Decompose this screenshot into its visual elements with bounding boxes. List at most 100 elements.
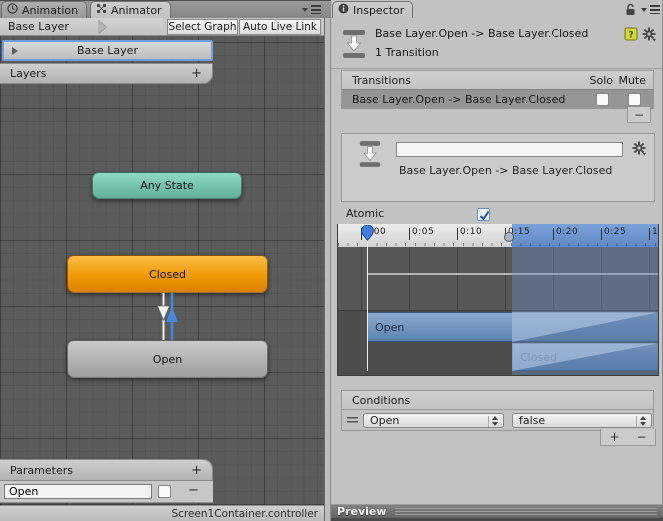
clock-icon xyxy=(7,3,18,17)
transition-detail-box: Base Layer.Open -> Base Layer.Closed xyxy=(341,133,655,202)
transition-timeline[interactable]: Open Closed 0:00 0:05 0:10 0:15 0:20 0:2… xyxy=(337,224,659,376)
atomic-checkbox[interactable] xyxy=(477,208,490,221)
remove-transition-button[interactable]: − xyxy=(627,107,651,123)
parameters-header[interactable]: Parameters + xyxy=(0,459,213,481)
tick-label: 1 xyxy=(652,227,659,237)
playhead-line xyxy=(367,234,368,371)
unity-editor-window: Animation Animator Base Layer Select Gra… xyxy=(0,0,663,521)
timeline-body[interactable]: Open Closed xyxy=(338,247,658,375)
foldout-triangle-icon[interactable] xyxy=(12,47,18,55)
divider-line xyxy=(331,68,663,69)
transition-icon xyxy=(341,29,367,62)
parameters-header-label: Parameters xyxy=(10,463,73,477)
controller-asset-name: Screen1Container.controller xyxy=(171,507,318,520)
breadcrumb-chevron-icon xyxy=(98,20,106,34)
remove-parameter-button[interactable]: − xyxy=(188,483,199,498)
tick-label: 0:05 xyxy=(412,227,435,237)
conditions-header-label: Conditions xyxy=(352,393,411,407)
transition-row-label: Base Layer.Open -> Base Layer.Closed xyxy=(352,92,566,106)
ruler-tick xyxy=(649,228,650,240)
select-graph-button[interactable]: Select Graph xyxy=(167,19,238,35)
animator-toolbar: Base Layer Select Graph Auto Live Link xyxy=(0,18,324,36)
mute-column-label: Mute xyxy=(618,73,646,87)
tab-label: Animator xyxy=(111,3,162,17)
add-condition-button[interactable]: + xyxy=(609,430,619,444)
solo-column-label: Solo xyxy=(589,73,614,87)
transition-duration-line xyxy=(367,273,658,275)
clip-label: Closed xyxy=(520,350,557,364)
transitions-header-label: Transitions xyxy=(352,73,411,87)
panel-divider[interactable] xyxy=(324,18,331,521)
gear-icon[interactable] xyxy=(642,27,657,45)
ruler-tick xyxy=(457,228,458,240)
layer-row-base-layer[interactable]: Base Layer xyxy=(2,40,213,61)
graph-canvas[interactable]: Base Layer Layers + Any State Closed Ope… xyxy=(0,36,324,505)
transition-arrows[interactable] xyxy=(148,293,196,340)
inspector-panel-menu-icon[interactable] xyxy=(641,5,660,14)
layers-header[interactable]: Layers + xyxy=(0,63,213,84)
animator-panel: Animation Animator Base Layer Select Gra… xyxy=(0,0,324,521)
node-open[interactable]: Open xyxy=(67,340,268,378)
clip-closed[interactable]: Closed xyxy=(512,343,658,371)
condition-parameter-dropdown[interactable]: Open xyxy=(363,413,504,428)
dropdown-arrows-icon xyxy=(491,416,499,426)
checkmark-icon xyxy=(479,210,490,221)
mute-checkbox[interactable] xyxy=(628,93,641,106)
parameter-row: − xyxy=(0,481,213,503)
info-icon xyxy=(338,3,349,17)
transitions-list: Transitions Solo Mute Base Layer.Open ->… xyxy=(341,70,654,109)
dropdown-arrows-icon xyxy=(639,416,647,426)
conditions-box: Conditions Open false xyxy=(341,390,654,431)
tick-label: 0:10 xyxy=(460,227,483,237)
clip-open[interactable]: Open xyxy=(367,312,658,342)
help-icon[interactable]: ? xyxy=(624,27,638,44)
animator-panel-menu-icon[interactable] xyxy=(302,5,321,14)
inspector-panel: Inspector Base Layer.Open -> Base Layer.… xyxy=(331,0,663,521)
conditions-header: Conditions xyxy=(342,391,653,409)
auto-live-link-button[interactable]: Auto Live Link xyxy=(239,19,321,35)
transition-detail-label: Base Layer.Open -> Base Layer.Closed xyxy=(399,164,613,177)
parameter-bool-checkbox[interactable] xyxy=(158,485,171,498)
tab-animator[interactable]: Animator xyxy=(90,1,171,18)
node-closed[interactable]: Closed xyxy=(67,255,268,293)
tab-inspector[interactable]: Inspector xyxy=(332,1,414,18)
breadcrumb-base-layer[interactable]: Base Layer xyxy=(0,18,163,35)
add-layer-button[interactable]: + xyxy=(191,67,202,80)
layers-header-label: Layers xyxy=(10,67,47,80)
tick-label: 0:20 xyxy=(556,227,579,237)
layer-row-label: Base Layer xyxy=(77,44,138,57)
transition-start-handle[interactable] xyxy=(504,232,514,242)
status-bar: Screen1Container.controller xyxy=(0,505,324,521)
tab-label: Animation xyxy=(22,3,79,17)
lock-icon[interactable] xyxy=(625,3,636,19)
transition-title: Base Layer.Open -> Base Layer.Closed xyxy=(375,27,589,40)
condition-value: false xyxy=(519,414,546,427)
ruler-tick xyxy=(409,228,410,240)
tab-label: Inspector xyxy=(353,3,405,17)
node-any-state[interactable]: Any State xyxy=(92,172,242,199)
preview-label: Preview xyxy=(337,505,387,518)
condition-row: Open false xyxy=(342,409,653,430)
solo-checkbox[interactable] xyxy=(596,93,609,106)
transitions-list-header: Transitions Solo Mute xyxy=(342,71,653,89)
add-parameter-button[interactable]: + xyxy=(191,464,202,477)
ruler-tick xyxy=(553,228,554,240)
tab-animation[interactable]: Animation xyxy=(1,1,88,18)
parameter-name-input[interactable] xyxy=(4,484,152,499)
remove-condition-button[interactable]: − xyxy=(636,430,646,444)
playhead-marker[interactable] xyxy=(360,224,375,244)
drag-handle-icon[interactable] xyxy=(347,417,358,423)
breadcrumb-label: Base Layer xyxy=(8,20,69,33)
condition-value-dropdown[interactable]: false xyxy=(512,413,652,428)
svg-text:?: ? xyxy=(628,31,633,41)
preview-drag-grip-icon[interactable] xyxy=(394,508,657,515)
timeline-ruler[interactable]: 0:00 0:05 0:10 0:15 0:20 0:25 1 xyxy=(338,224,659,247)
animator-icon xyxy=(96,3,107,17)
condition-add-remove-buttons: + − xyxy=(600,429,656,446)
transition-list-row[interactable]: Base Layer.Open -> Base Layer.Closed xyxy=(342,89,653,108)
tick-label: 0:25 xyxy=(604,227,627,237)
clip-label: Open xyxy=(375,320,405,334)
preview-section-header[interactable]: Preview xyxy=(331,504,663,518)
transition-name-input[interactable] xyxy=(396,142,623,157)
gear-icon[interactable] xyxy=(632,141,647,159)
